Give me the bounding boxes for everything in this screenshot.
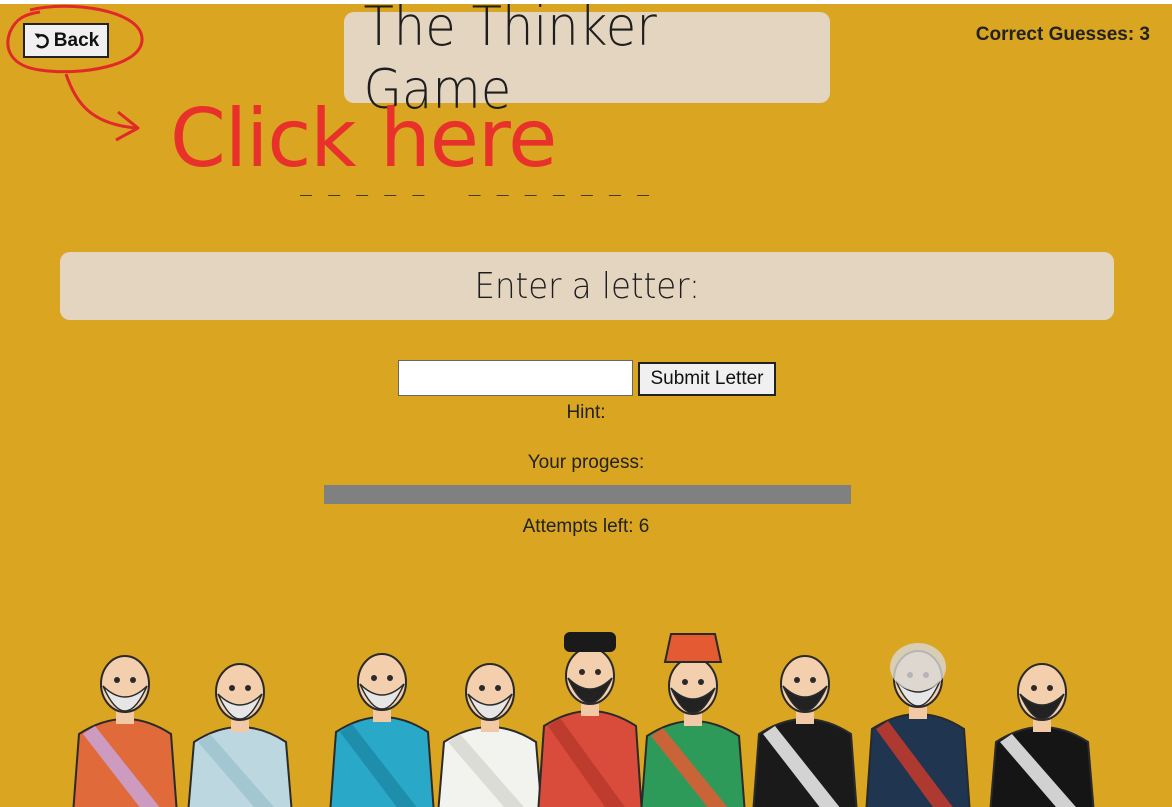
hint-label: Hint: (566, 402, 606, 423)
philosopher-socrates (72, 655, 178, 807)
progress-label: Your progess: (527, 452, 645, 473)
back-button[interactable]: Back (23, 23, 109, 58)
word-blanks: _ _ _ _ _ _ _ _ _ _ _ _ (300, 172, 652, 196)
philosopher-plato (187, 663, 293, 807)
submit-letter-button[interactable]: Submit Letter (638, 362, 776, 396)
progress-bar (324, 485, 851, 504)
annotation-arrow-head (115, 110, 140, 142)
annotation-label: Click here (170, 92, 557, 185)
prompt-label: Enter a letter: (474, 265, 700, 307)
undo-icon (34, 33, 49, 48)
philosopher-aristotle (329, 653, 435, 807)
attempts-left: Attempts left: 6 (522, 516, 650, 537)
philosopher-nietzsche (752, 655, 858, 807)
philosopher-confucius (537, 632, 643, 807)
prompt-panel: Enter a letter: (60, 252, 1114, 320)
annotation-arrow (64, 73, 137, 130)
philosophers-illustration (72, 632, 1095, 807)
philosopher-laozi (437, 663, 543, 807)
correct-guesses-counter: Correct Guesses: 3 (975, 24, 1150, 45)
letter-input[interactable] (398, 360, 633, 396)
title-panel: The Thinker Game (344, 4, 830, 121)
philosopher-descartes (989, 663, 1095, 807)
back-button-label: Back (53, 29, 100, 51)
philosopher-voltaire (865, 643, 971, 807)
philosopher-sun-tzu (640, 633, 746, 807)
game-page: Back The Thinker Game Correct Guesses: 3… (0, 4, 1172, 807)
